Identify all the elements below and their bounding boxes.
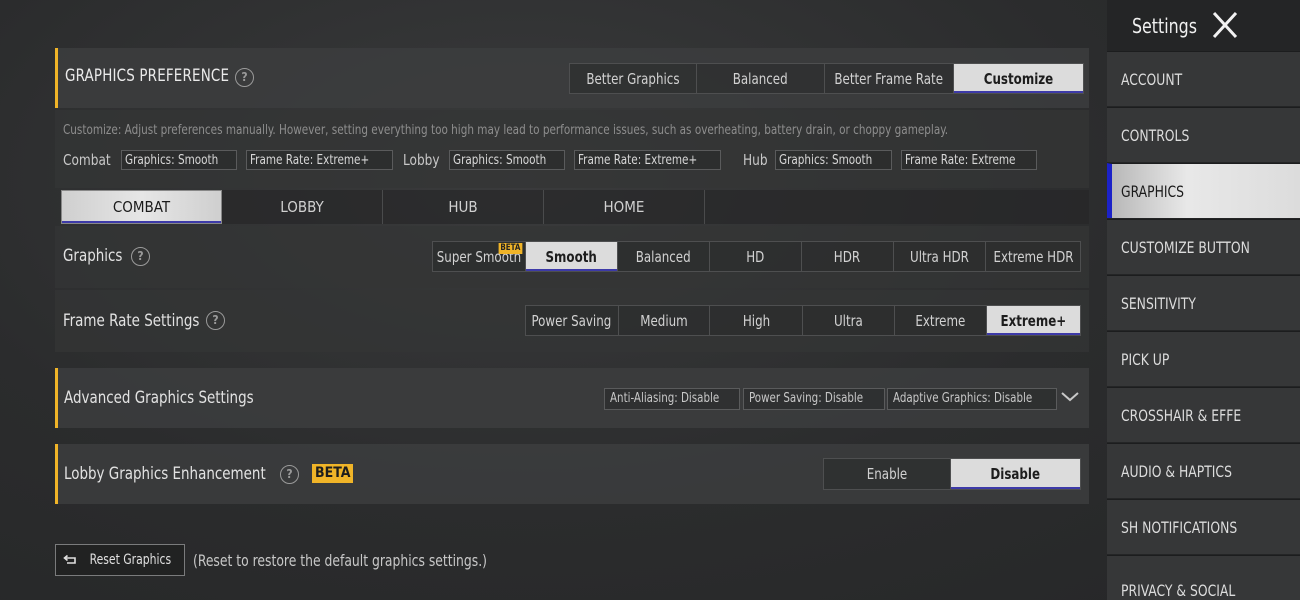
frame-rate-tag: Frame Rate: Extreme+	[246, 150, 394, 170]
graphics-hdr[interactable]: HDR	[802, 242, 894, 271]
frame-rate-extreme-plus[interactable]: Extreme+	[987, 306, 1081, 335]
frame-rate-row: Frame Rate Settings ? Power Saving Mediu…	[55, 290, 1089, 352]
power-saving-chip: Power Saving: Disable	[743, 388, 885, 410]
sidebar-item-privacy-social[interactable]: PRIVACY & SOCIAL	[1107, 555, 1300, 600]
graphics-tag: Graphics: Smooth	[120, 150, 238, 170]
sidebar-item-customize-button[interactable]: CUSTOMIZE BUTTON	[1107, 219, 1300, 274]
frame-rate-selector: Power Saving Medium High Ultra Extreme E…	[525, 305, 1081, 336]
graphics-super-smooth[interactable]: Super Smooth BETA	[433, 242, 526, 271]
frame-rate-power-saving[interactable]: Power Saving	[526, 306, 619, 335]
settings-title: Settings	[1132, 14, 1197, 38]
tab-hub[interactable]: HUB	[383, 190, 544, 224]
lobby-summary: Lobby Graphics: Smooth Frame Rate: Extre…	[403, 150, 730, 170]
hub-summary: Hub Graphics: Smooth Frame Rate: Extreme	[743, 150, 1046, 170]
graphics-smooth[interactable]: Smooth	[526, 242, 618, 271]
lobby-enhancement-enable[interactable]: Enable	[824, 459, 952, 489]
sidebar-header: Settings	[1107, 0, 1300, 50]
adaptive-graphics-chip: Adaptive Graphics: Disable	[887, 388, 1058, 410]
mode-label: Lobby	[403, 151, 440, 169]
frame-rate-tag: Frame Rate: Extreme	[900, 150, 1038, 170]
graphics-preference-header: GRAPHICS PREFERENCE ? Better Graphics Ba…	[55, 48, 1089, 108]
preference-better-frame-rate[interactable]: Better Frame Rate	[825, 64, 954, 93]
sidebar-item-pick-up[interactable]: PICK UP	[1107, 331, 1300, 386]
preference-better-graphics[interactable]: Better Graphics	[570, 64, 697, 93]
graphics-tag: Graphics: Smooth	[448, 150, 566, 170]
sidebar-item-audio-haptics[interactable]: AUDIO & HAPTICS	[1107, 443, 1300, 498]
advanced-graphics-settings[interactable]: Advanced Graphics Settings Anti-Aliasing…	[55, 368, 1089, 428]
tab-combat[interactable]: COMBAT	[61, 190, 222, 224]
help-icon[interactable]: ?	[206, 311, 225, 330]
reset-note: (Reset to restore the default graphics s…	[193, 551, 487, 570]
lobby-enhancement-disable[interactable]: Disable	[951, 459, 1080, 489]
help-icon[interactable]: ?	[235, 68, 254, 87]
frame-rate-label: Frame Rate Settings	[63, 311, 200, 331]
graphics-ultra-hdr[interactable]: Ultra HDR	[893, 242, 987, 271]
preference-selector: Better Graphics Balanced Better Frame Ra…	[569, 63, 1084, 94]
tab-lobby[interactable]: LOBBY	[222, 190, 383, 224]
customize-description: Customize: Adjust preferences manually. …	[63, 122, 949, 138]
graphics-tag: Graphics: Smooth	[775, 150, 892, 170]
graphics-balanced[interactable]: Balanced	[617, 242, 711, 271]
sidebar-item-sensitivity[interactable]: SENSITIVITY	[1107, 275, 1300, 330]
help-icon[interactable]: ?	[280, 465, 299, 484]
combat-summary: Combat Graphics: Smooth Frame Rate: Extr…	[63, 150, 402, 170]
chevron-down-icon[interactable]	[1060, 390, 1080, 404]
lobby-graphics-enhancement: Lobby Graphics Enhancement ? BETA Enable…	[55, 444, 1089, 504]
beta-badge: BETA	[312, 464, 354, 483]
graphics-extreme-hdr[interactable]: Extreme HDR	[986, 242, 1081, 271]
frame-rate-tag: Frame Rate: Extreme+	[574, 150, 721, 170]
sidebar-item-account[interactable]: ACCOUNT	[1107, 51, 1300, 106]
frame-rate-ultra[interactable]: Ultra	[803, 306, 895, 335]
lobby-enhancement-label: Lobby Graphics Enhancement	[64, 464, 266, 484]
sidebar-item-notifications[interactable]: SH NOTIFICATIONS	[1107, 499, 1300, 554]
mode-label: Combat	[63, 151, 111, 169]
beta-badge: BETA	[498, 243, 523, 254]
reset-icon	[63, 554, 76, 564]
sidebar-item-crosshair[interactable]: CROSSHAIR & EFFE	[1107, 387, 1300, 442]
reset-graphics-label: Reset Graphics	[89, 552, 172, 568]
sidebar-item-graphics[interactable]: GRAPHICS	[1107, 163, 1300, 218]
help-icon[interactable]: ?	[131, 247, 150, 266]
close-icon[interactable]	[1208, 9, 1242, 41]
frame-rate-extreme[interactable]: Extreme	[894, 306, 988, 335]
preference-customize[interactable]: Customize	[953, 64, 1083, 93]
mode-label: Hub	[743, 151, 768, 169]
reset-graphics-button[interactable]: Reset Graphics	[55, 544, 185, 576]
anti-aliasing-chip: Anti-Aliasing: Disable	[604, 388, 741, 410]
advanced-graphics-label: Advanced Graphics Settings	[64, 388, 254, 408]
sidebar-item-controls[interactable]: CONTROLS	[1107, 107, 1300, 162]
graphics-quality-selector: Super Smooth BETA Smooth Balanced HD HDR…	[432, 241, 1081, 272]
customize-summary: Customize: Adjust preferences manually. …	[55, 110, 1089, 188]
graphics-hd[interactable]: HD	[710, 242, 803, 271]
frame-rate-high[interactable]: High	[710, 306, 804, 335]
graphics-preference-title: GRAPHICS PREFERENCE	[65, 66, 230, 86]
tab-home[interactable]: HOME	[544, 190, 705, 224]
settings-sidebar: Settings ACCOUNT CONTROLS GRAPHICS CUSTO…	[1107, 0, 1300, 600]
graphics-row: Graphics ? Super Smooth BETA Smooth Bala…	[55, 226, 1089, 288]
frame-rate-medium[interactable]: Medium	[618, 306, 711, 335]
preference-balanced[interactable]: Balanced	[696, 64, 825, 93]
mode-tabs: COMBAT LOBBY HUB HOME	[61, 190, 1089, 224]
graphics-label: Graphics	[63, 246, 123, 266]
lobby-enhancement-toggle: Enable Disable	[823, 458, 1081, 490]
